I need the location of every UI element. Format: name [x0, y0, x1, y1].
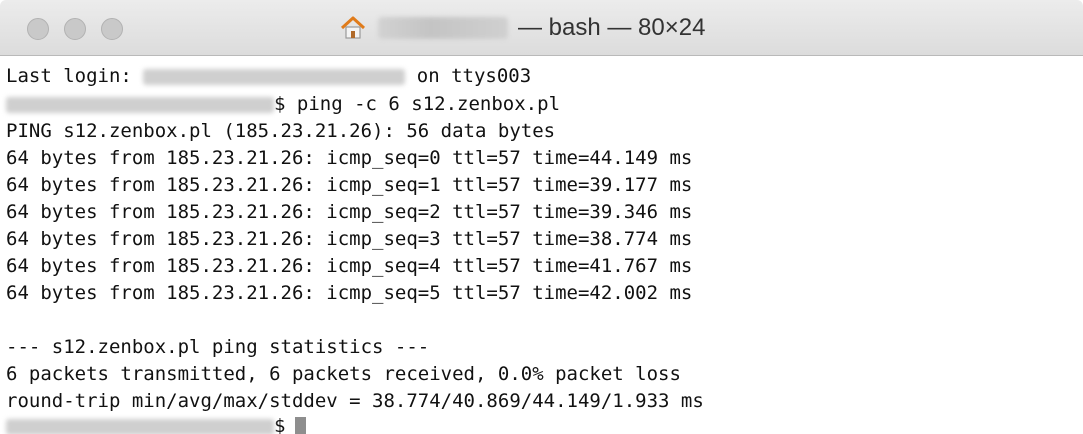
command-text: ping -c 6 s12.zenbox.pl [296, 93, 561, 115]
zoom-button[interactable] [101, 18, 123, 40]
output-line: 64 bytes from 185.23.21.26: icmp_seq=4 t… [6, 255, 693, 277]
login-suffix: on ttys003 [416, 65, 532, 87]
output-line: round-trip min/avg/max/stddev = 38.774/4… [6, 390, 704, 412]
output-line: 64 bytes from 185.23.21.26: icmp_seq=3 t… [6, 228, 693, 250]
output-line: 64 bytes from 185.23.21.26: icmp_seq=1 t… [6, 174, 693, 196]
output-line: 64 bytes from 185.23.21.26: icmp_seq=2 t… [6, 201, 693, 223]
terminal-content[interactable]: Last login: on ttys003 $ ping -c 6 s12.z… [0, 56, 1083, 434]
window-title-group: — bash — 80×24 [340, 0, 860, 56]
title-bar[interactable]: — bash — 80×24 [0, 0, 1083, 56]
close-button[interactable] [27, 18, 49, 40]
output-line: 64 bytes from 185.23.21.26: icmp_seq=0 t… [6, 147, 693, 169]
output-line: 64 bytes from 185.23.21.26: icmp_seq=5 t… [6, 282, 693, 304]
redacted-username [378, 17, 508, 39]
output-line: 6 packets transmitted, 6 packets receive… [6, 363, 681, 385]
redacted-prompt [6, 418, 274, 434]
redacted-prompt [6, 96, 274, 113]
prompt-symbol: $ [274, 415, 286, 434]
text-cursor [295, 416, 307, 434]
output-line: --- s12.zenbox.pl ping statistics --- [6, 336, 430, 358]
last-login-line: Last login: on ttys003 [6, 64, 531, 88]
terminal-window: — bash — 80×24 Last login: on ttys003 $ … [0, 0, 1083, 434]
current-prompt-line: $ [6, 414, 307, 434]
command-line: $ ping -c 6 s12.zenbox.pl [6, 92, 560, 116]
window-title: — bash — 80×24 [518, 14, 706, 41]
home-icon [340, 16, 366, 39]
prompt-symbol: $ [274, 93, 286, 115]
redacted-date [143, 68, 406, 85]
minimize-button[interactable] [64, 18, 86, 40]
output-line: PING s12.zenbox.pl (185.23.21.26): 56 da… [6, 120, 556, 142]
login-prefix: Last login: [6, 65, 132, 87]
